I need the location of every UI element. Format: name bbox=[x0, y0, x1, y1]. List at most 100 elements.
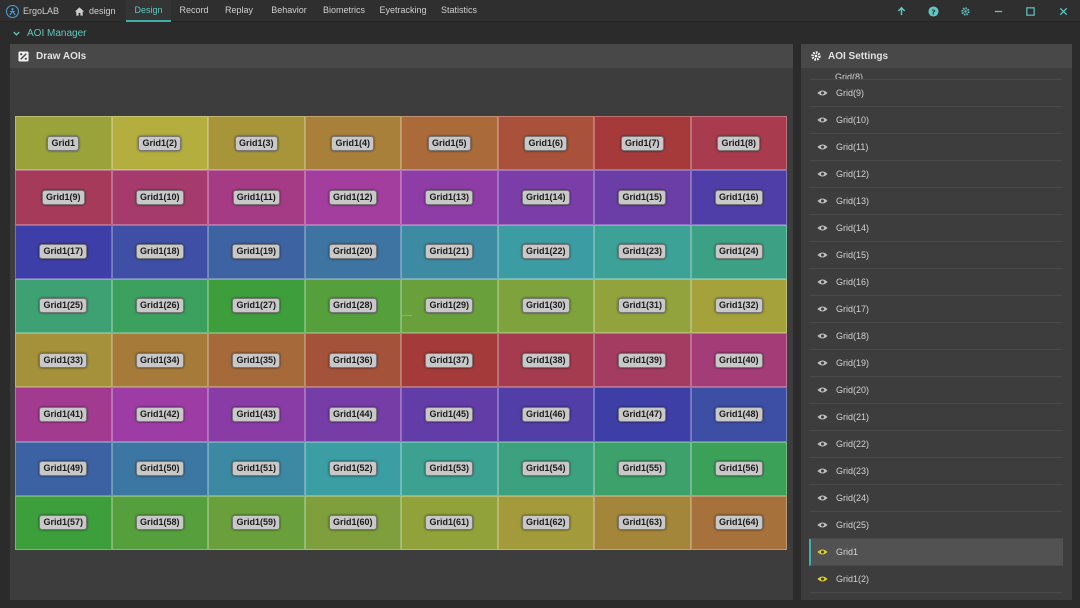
tab-statistics[interactable]: Statistics bbox=[437, 0, 481, 22]
aoi-list-item[interactable]: Grid(8) bbox=[809, 71, 1063, 80]
aoi-grid-cell[interactable]: Grid1(18) bbox=[111, 224, 208, 279]
aoi-grid-cell[interactable]: Grid1(22) bbox=[497, 224, 594, 279]
aoi-grid-cell[interactable]: Grid1(43) bbox=[208, 387, 305, 442]
aoi-list-item[interactable]: Grid(23) bbox=[809, 458, 1063, 485]
eye-visibility-icon[interactable] bbox=[817, 575, 828, 583]
brand[interactable]: ErgoLAB bbox=[6, 3, 59, 19]
eye-visibility-icon[interactable] bbox=[817, 440, 828, 448]
aoi-grid-cell[interactable]: Grid1(11) bbox=[208, 170, 305, 225]
tab-design[interactable]: Design bbox=[126, 0, 171, 22]
aoi-grid-cell[interactable]: Grid1(62) bbox=[497, 495, 594, 550]
eye-visibility-icon[interactable] bbox=[817, 278, 828, 286]
aoi-grid-cell[interactable]: Grid1(51) bbox=[208, 441, 305, 496]
aoi-grid-cell[interactable]: Grid1(42) bbox=[111, 387, 208, 442]
aoi-grid-cell[interactable]: Grid1(6) bbox=[497, 116, 594, 171]
aoi-list-item[interactable]: Grid1 bbox=[809, 539, 1063, 566]
aoi-grid-cell[interactable]: Grid1(33) bbox=[15, 333, 112, 388]
aoi-manager-toggle[interactable]: AOI Manager bbox=[0, 24, 1080, 42]
aoi-grid-cell[interactable]: Grid1(3) bbox=[208, 116, 305, 171]
aoi-grid-cell[interactable]: Grid1(47) bbox=[594, 387, 691, 442]
aoi-grid-cell[interactable]: Grid1(29) bbox=[401, 278, 498, 333]
eye-visibility-icon[interactable] bbox=[817, 143, 828, 151]
aoi-grid-cell[interactable]: Grid1(34) bbox=[111, 333, 208, 388]
aoi-list-item[interactable]: Grid(22) bbox=[809, 431, 1063, 458]
aoi-grid-cell[interactable]: Grid1(56) bbox=[690, 441, 787, 496]
aoi-list-item[interactable]: Grid(11) bbox=[809, 134, 1063, 161]
eye-visibility-icon[interactable] bbox=[817, 251, 828, 259]
eye-visibility-icon[interactable] bbox=[817, 197, 828, 205]
help-icon[interactable]: ? bbox=[926, 4, 940, 18]
aoi-grid-cell[interactable]: Grid1(31) bbox=[594, 278, 691, 333]
aoi-grid-cell[interactable]: Grid1(41) bbox=[15, 387, 112, 442]
eye-visibility-icon[interactable] bbox=[817, 170, 828, 178]
tab-record[interactable]: Record bbox=[175, 0, 213, 22]
aoi-grid-cell[interactable]: Grid1(25) bbox=[15, 278, 112, 333]
aoi-grid-cell[interactable]: Grid1(24) bbox=[690, 224, 787, 279]
aoi-grid-cell[interactable]: Grid1(57) bbox=[15, 495, 112, 550]
aoi-grid-cell[interactable]: Grid1(23) bbox=[594, 224, 691, 279]
aoi-grid-cell[interactable]: Grid1(53) bbox=[401, 441, 498, 496]
aoi-grid-cell[interactable]: Grid1(4) bbox=[304, 116, 401, 171]
eye-visibility-icon[interactable] bbox=[817, 413, 828, 421]
aoi-grid-cell[interactable]: Grid1(12) bbox=[304, 170, 401, 225]
eye-visibility-icon[interactable] bbox=[817, 386, 828, 394]
aoi-grid-cell[interactable]: Grid1(55) bbox=[594, 441, 691, 496]
eye-visibility-icon[interactable] bbox=[817, 521, 828, 529]
aoi-grid-cell[interactable]: Grid1(40) bbox=[690, 333, 787, 388]
aoi-list-item[interactable]: Grid(19) bbox=[809, 350, 1063, 377]
minimize-icon[interactable] bbox=[991, 4, 1005, 18]
aoi-grid-cell[interactable]: Grid1(64) bbox=[690, 495, 787, 550]
aoi-grid-cell[interactable]: Grid1(19) bbox=[208, 224, 305, 279]
tab-behavior[interactable]: Behavior bbox=[266, 0, 312, 22]
aoi-grid-cell[interactable]: Grid1(17) bbox=[15, 224, 112, 279]
tab-eyetracking[interactable]: Eyetracking bbox=[377, 0, 429, 22]
aoi-grid-cell[interactable]: Grid1(30) bbox=[497, 278, 594, 333]
aoi-grid-cell[interactable]: Grid1(7) bbox=[594, 116, 691, 171]
aoi-grid-cell[interactable]: Grid1(59) bbox=[208, 495, 305, 550]
aoi-grid-cell[interactable]: Grid1(52) bbox=[304, 441, 401, 496]
aoi-grid-cell[interactable]: Grid1(38) bbox=[497, 333, 594, 388]
eye-visibility-icon[interactable] bbox=[817, 332, 828, 340]
eye-visibility-icon[interactable] bbox=[817, 305, 828, 313]
aoi-list-item[interactable]: Grid(13) bbox=[809, 188, 1063, 215]
aoi-grid-cell[interactable]: Grid1(49) bbox=[15, 441, 112, 496]
aoi-grid-cell[interactable]: Grid1(20) bbox=[304, 224, 401, 279]
aoi-list-item[interactable]: Grid(17) bbox=[809, 296, 1063, 323]
aoi-grid-cell[interactable]: Grid1(2) bbox=[111, 116, 208, 171]
aoi-list-item[interactable]: Grid(25) bbox=[809, 512, 1063, 539]
aoi-grid[interactable]: Grid1 Grid1(2) Grid1(3) Grid1(4) Grid1(5) Gri… bbox=[15, 116, 787, 550]
aoi-grid-cell[interactable]: Grid1(45) bbox=[401, 387, 498, 442]
aoi-list-item[interactable]: Grid(20) bbox=[809, 377, 1063, 404]
aoi-list-item[interactable]: Grid(9) bbox=[809, 80, 1063, 107]
aoi-grid-cell[interactable]: Grid1(15) bbox=[594, 170, 691, 225]
eye-visibility-icon[interactable] bbox=[817, 359, 828, 367]
aoi-grid-cell[interactable]: Grid1(44) bbox=[304, 387, 401, 442]
aoi-grid-cell[interactable]: Grid1(50) bbox=[111, 441, 208, 496]
eye-visibility-icon[interactable] bbox=[817, 548, 828, 556]
aoi-grid-cell[interactable]: Grid1(54) bbox=[497, 441, 594, 496]
eye-visibility-icon[interactable] bbox=[817, 89, 828, 97]
aoi-grid-cell[interactable]: Grid1(61) bbox=[401, 495, 498, 550]
aoi-grid-cell[interactable]: Grid1(13) bbox=[401, 170, 498, 225]
aoi-list-item[interactable]: Grid(14) bbox=[809, 215, 1063, 242]
aoi-grid-cell[interactable]: Grid1(63) bbox=[594, 495, 691, 550]
aoi-list-item[interactable]: Grid(18) bbox=[809, 323, 1063, 350]
aoi-list-item[interactable]: Grid(24) bbox=[809, 485, 1063, 512]
aoi-list[interactable]: Grid(8) Grid(9) Grid(10) Grid(11) Grid(12) Gr… bbox=[809, 71, 1063, 600]
aoi-grid-cell[interactable]: Grid1(32) bbox=[690, 278, 787, 333]
tab-replay[interactable]: Replay bbox=[220, 0, 258, 22]
aoi-list-item[interactable]: Grid(21) bbox=[809, 404, 1063, 431]
aoi-list-item[interactable]: Grid(15) bbox=[809, 242, 1063, 269]
project-home[interactable]: design bbox=[74, 3, 116, 19]
aoi-grid-cell[interactable]: Grid1(39) bbox=[594, 333, 691, 388]
eye-visibility-icon[interactable] bbox=[817, 494, 828, 502]
tab-biometrics[interactable]: Biometrics bbox=[319, 0, 369, 22]
aoi-grid-cell[interactable]: Grid1(58) bbox=[111, 495, 208, 550]
aoi-list-item[interactable]: Grid(10) bbox=[809, 107, 1063, 134]
aoi-grid-cell[interactable]: Grid1(27) bbox=[208, 278, 305, 333]
settings-icon[interactable] bbox=[958, 4, 972, 18]
aoi-grid-cell[interactable]: Grid1(28) bbox=[304, 278, 401, 333]
aoi-grid-cell[interactable]: Grid1(35) bbox=[208, 333, 305, 388]
aoi-grid-cell[interactable]: Grid1(9) bbox=[15, 170, 112, 225]
aoi-list-item[interactable]: Grid1(2) bbox=[809, 566, 1063, 593]
